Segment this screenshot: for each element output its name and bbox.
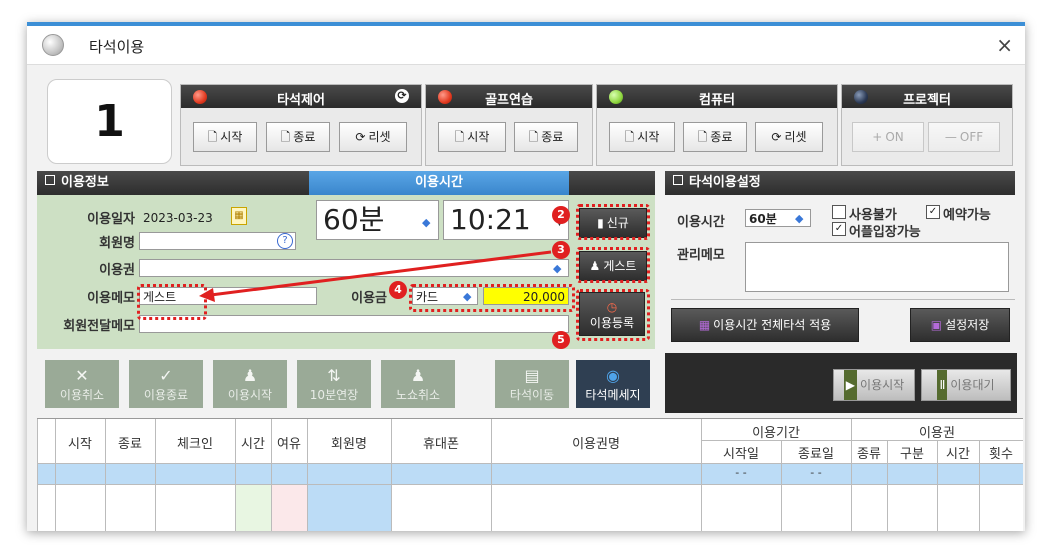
col-pass-kind: 구분	[900, 447, 924, 462]
admin-memo-label: 관리메모	[677, 248, 725, 263]
divider	[671, 299, 1015, 300]
col-start: 시작	[68, 437, 92, 452]
grid-icon: ▦	[698, 318, 711, 332]
move-bay-button[interactable]: ▤ 타석이동	[495, 360, 569, 408]
reservable-checkbox[interactable]: ✓	[926, 205, 940, 219]
settings-time-label: 이용시간	[677, 215, 725, 230]
row-period-end: - -	[810, 466, 822, 479]
bay-message-button[interactable]: ◉ 타석메세지	[576, 360, 650, 408]
chat-icon: ◉	[606, 366, 620, 385]
sort-icon: ⇅	[327, 366, 341, 385]
usage-window: 타석이용 × 1 타석제어 ⟳ 🗋 시작 🗋 종료 ⟳ 리셋 골프연습 🗋 시작 🗋 종료…	[27, 22, 1025, 531]
col-pass-time: 시간	[946, 447, 970, 462]
cancel-use-button[interactable]: ✕ 이용취소	[45, 360, 119, 408]
pause-icon: Ⅱ	[937, 370, 948, 400]
col-pass-type: 종류	[857, 447, 881, 462]
admin-memo-textarea[interactable]	[745, 242, 1009, 292]
unavailable-checkbox[interactable]	[832, 205, 846, 219]
col-pass-count: 횟수	[989, 447, 1013, 462]
document-icon: ▤	[524, 366, 540, 385]
table-row[interactable]	[37, 464, 1023, 485]
x-icon: ✕	[75, 366, 89, 385]
app-entry-label: 어플입장가능	[849, 225, 921, 240]
reservable-label: 예약가능	[943, 208, 991, 223]
end-use-button[interactable]: ✓ 이용종료	[129, 360, 203, 408]
save-icon: ▣	[930, 318, 943, 332]
col-checkin: 체크인	[177, 437, 213, 452]
extend-10min-button[interactable]: ⇅ 10분연장	[297, 360, 371, 408]
col-pass: 이용권	[919, 426, 955, 441]
col-period-end: 종료일	[798, 447, 834, 462]
row-period-start: - -	[735, 466, 747, 479]
col-end: 종료	[118, 437, 142, 452]
col-time: 시간	[241, 437, 265, 452]
person-icon: ♟	[410, 366, 426, 385]
col-spare: 여유	[277, 437, 301, 452]
col-phone: 휴대폰	[423, 437, 459, 452]
col-pass-name: 이용권명	[572, 437, 620, 452]
start-use-button[interactable]: ♟ 이용시작	[213, 360, 287, 408]
col-member: 회원명	[331, 437, 367, 452]
app-entry-checkbox[interactable]: ✓	[832, 222, 846, 236]
save-settings-button[interactable]: ▣ 설정저장	[910, 308, 1010, 342]
col-period: 이용기간	[752, 426, 800, 441]
check-icon: ✓	[159, 366, 173, 385]
col-period-start: 시작일	[723, 447, 759, 462]
settings-wait-button[interactable]: Ⅱ 이용대기	[921, 369, 1011, 401]
play-icon: ▶	[843, 370, 858, 400]
noshow-cancel-button[interactable]: ♟ 노쇼취소	[381, 360, 455, 408]
settings-start-button[interactable]: ▶ 이용시작	[833, 369, 915, 401]
person-icon: ♟	[242, 366, 258, 385]
apply-all-button[interactable]: ▦ 이용시간 전체타석 적용	[671, 308, 859, 342]
usage-table: 시작 종료 체크인 시간 여유 회원명 휴대폰 이용권명 이용기간 시작일 종료…	[37, 418, 1023, 531]
chevron-down-icon[interactable]: ◆	[795, 212, 803, 225]
